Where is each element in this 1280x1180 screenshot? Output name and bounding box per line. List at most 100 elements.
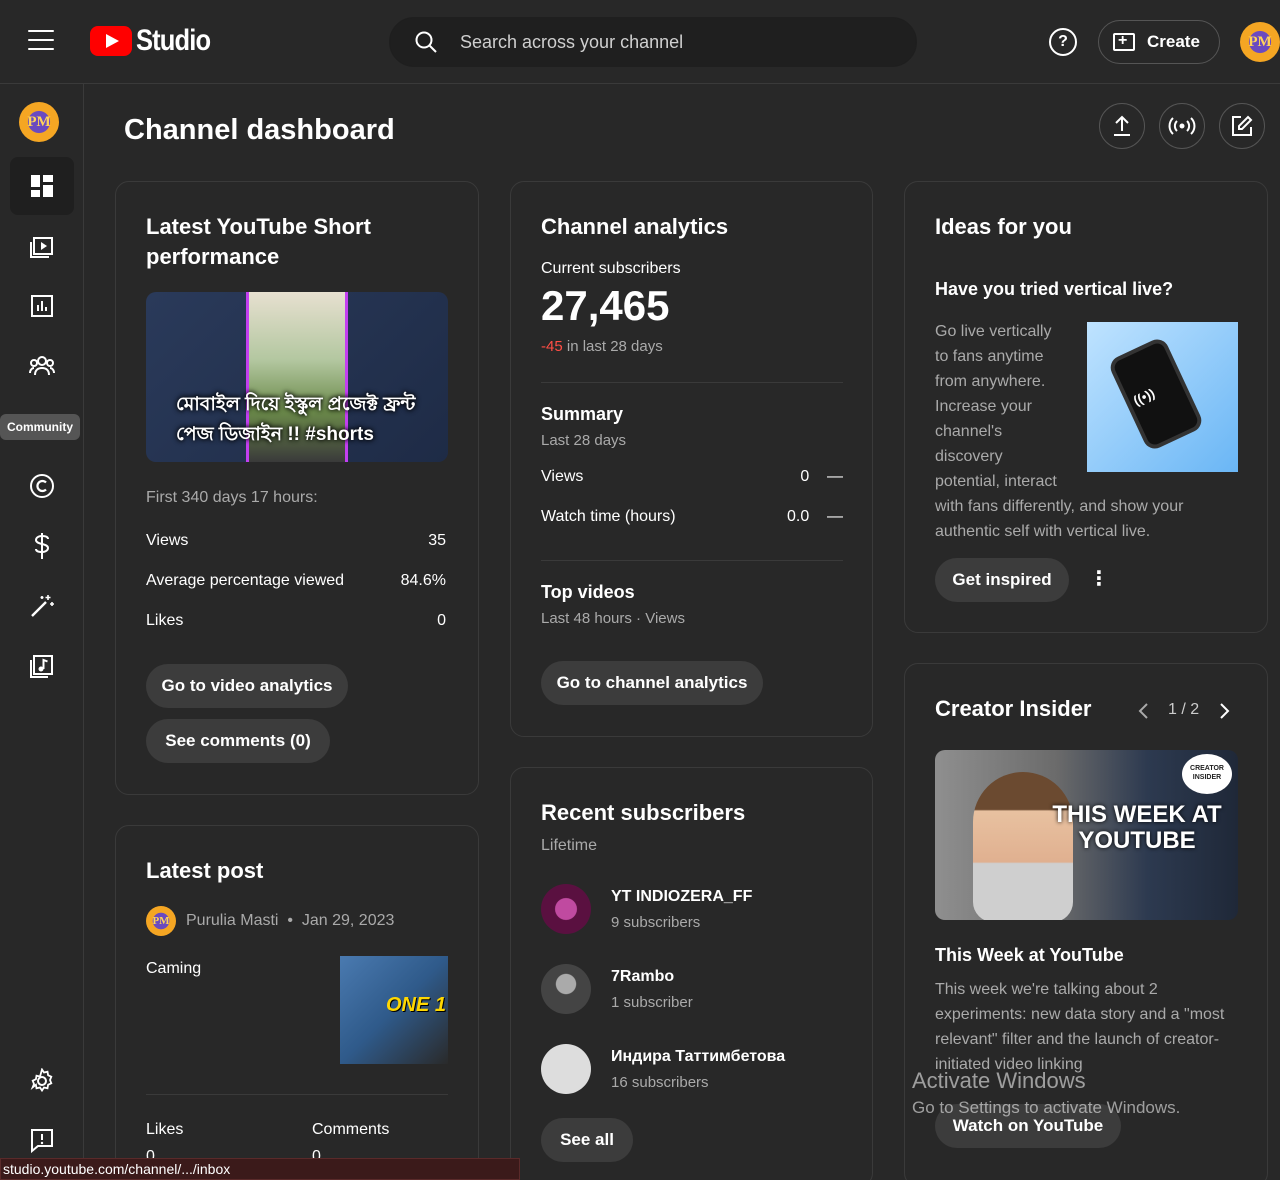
video-description: This week we're talking about 2 experime… xyxy=(935,977,1224,1077)
go-to-video-analytics-button[interactable]: Go to video analytics xyxy=(146,664,348,708)
magic-wand-icon xyxy=(31,595,54,617)
get-inspired-button[interactable]: Get inspired xyxy=(935,558,1069,602)
search-input[interactable] xyxy=(460,31,860,53)
dollar-icon xyxy=(34,533,50,559)
post-author: Purulia Masti xyxy=(186,912,279,929)
creator-insider-thumbnail[interactable]: THIS WEEK AT YOUTUBE CREATOR INSIDER xyxy=(935,750,1238,920)
subscriber-count: 9 subscribers xyxy=(611,914,701,931)
help-button[interactable]: ? xyxy=(1049,28,1077,56)
phone-live-icon xyxy=(1106,335,1206,453)
short-thumbnail-text: মোবাইল দিয়ে ইস্কুল প্রজেক্ট ফ্রন্ট পেজ … xyxy=(176,394,416,445)
activate-windows-watermark: Activate Windows Go to Settings to activ… xyxy=(912,1068,1180,1118)
top-bar: Studio ? Create PM xyxy=(0,0,1280,84)
gear-icon xyxy=(30,1068,53,1093)
card-title: Recent subscribers xyxy=(541,800,746,825)
see-all-button[interactable]: See all xyxy=(541,1118,633,1162)
sidebar-item-content[interactable] xyxy=(10,217,74,275)
more-options-icon[interactable]: ⋮ xyxy=(1089,566,1109,591)
card-title: Ideas for you xyxy=(935,214,1072,239)
create-video-icon xyxy=(1113,32,1135,51)
studio-logo[interactable]: Studio xyxy=(90,24,223,58)
summary-value: 0.0 xyxy=(786,508,810,525)
summary-value: 0 xyxy=(800,468,810,485)
stat-row: Average percentage viewed 84.6% xyxy=(146,572,446,590)
sidebar-item-customization[interactable] xyxy=(10,577,74,635)
sidebar-item-earn[interactable] xyxy=(10,517,74,575)
summary-trend: — xyxy=(827,468,843,485)
post-date: Jan 29, 2023 xyxy=(301,912,395,929)
subscriber-count: 16 subscribers xyxy=(611,1074,709,1091)
summary-row: Watch time (hours) 0.0 — xyxy=(541,508,843,526)
audio-library-icon xyxy=(30,655,53,678)
stat-label: Likes xyxy=(146,612,184,629)
sidebar-item-community[interactable] xyxy=(10,337,74,395)
likes-label: Likes xyxy=(146,1121,184,1138)
content-icon xyxy=(30,237,53,258)
short-thumbnail[interactable]: মোবাইল দিয়ে ইস্কুল প্রজেক্ট ফ্রন্ট পেজ … xyxy=(146,292,448,462)
chevron-right-icon[interactable] xyxy=(1219,702,1231,720)
copyright-icon xyxy=(30,474,54,498)
post-text: Caming xyxy=(146,960,202,977)
subscriber-avatar[interactable] xyxy=(541,884,591,934)
subs-delta-line: -45 in last 28 days xyxy=(541,338,663,355)
subscriber-avatar[interactable] xyxy=(541,1044,591,1094)
subscriber-name[interactable]: 7Rambo xyxy=(611,968,674,986)
subs-delta-suffix: in last 28 days xyxy=(562,338,663,355)
desc-line: relevant" filter and the launch of creat… xyxy=(935,1031,1220,1048)
go-live-icon xyxy=(1168,117,1196,135)
logo-text: Studio xyxy=(136,24,211,57)
feedback-icon xyxy=(31,1129,53,1154)
ideas-card: Ideas for you Have you tried vertical li… xyxy=(904,181,1268,633)
subscriber-name[interactable]: YT INDIOZERA_FF xyxy=(611,888,752,906)
sidebar: PM Community xyxy=(0,84,84,1180)
go-to-channel-analytics-button[interactable]: Go to channel analytics xyxy=(541,661,763,705)
upload-button[interactable] xyxy=(1099,103,1145,149)
community-tooltip: Community xyxy=(0,414,80,440)
comments-label: Comments xyxy=(312,1121,390,1138)
subscriber-name[interactable]: Индира Таттимбетова xyxy=(611,1048,785,1066)
menu-icon[interactable] xyxy=(28,30,54,52)
post-author-avatar: PM xyxy=(146,906,176,936)
activate-line2: Go to Settings to activate Windows. xyxy=(912,1098,1181,1117)
divider xyxy=(541,382,843,383)
chevron-left-icon[interactable] xyxy=(1137,702,1149,720)
sidebar-item-copyright[interactable] xyxy=(10,457,74,515)
analytics-icon xyxy=(31,295,53,317)
summary-row: Views 0 — xyxy=(541,468,843,486)
sidebar-item-audio-library[interactable] xyxy=(10,637,74,695)
search-icon xyxy=(415,31,437,53)
sidebar-item-analytics[interactable] xyxy=(10,277,74,335)
see-comments-button[interactable]: See comments (0) xyxy=(146,719,330,763)
idea-heading: Have you tried vertical live? xyxy=(935,279,1174,299)
recent-subscribers-card: Recent subscribers Lifetime YT INDIOZERA… xyxy=(510,767,873,1180)
channel-avatar[interactable]: PM xyxy=(19,102,59,142)
card-title: Channel analytics xyxy=(541,214,729,239)
sidebar-item-settings[interactable] xyxy=(10,1052,74,1110)
desc-line: This week we're talking about 2 xyxy=(935,981,1158,998)
latest-post-card: Latest post PM Purulia Masti • Jan 29, 2… xyxy=(115,825,479,1180)
community-icon xyxy=(29,356,55,376)
video-title[interactable]: This Week at YouTube xyxy=(935,945,1124,966)
card-title: Latest YouTube Short performance xyxy=(146,214,371,269)
dashboard-icon xyxy=(31,175,53,197)
search-bar[interactable] xyxy=(389,17,917,67)
subscriber-avatar[interactable] xyxy=(541,964,591,1014)
create-button[interactable]: Create xyxy=(1098,20,1220,64)
stat-row: Views 35 xyxy=(146,532,446,550)
post-thumbnail[interactable]: ONE 1 xyxy=(340,956,448,1064)
summary-label: Watch time (hours) xyxy=(541,508,676,525)
activate-line1: Activate Windows xyxy=(912,1068,1086,1093)
channel-analytics-card: Channel analytics Current subscribers 27… xyxy=(510,181,873,737)
sidebar-item-dashboard[interactable] xyxy=(10,157,74,215)
create-post-button[interactable] xyxy=(1219,103,1265,149)
link-status-bar: studio.youtube.com/channel/.../inbox xyxy=(0,1158,520,1180)
summary-value-group: 0.0 — xyxy=(787,508,843,526)
summary-label: Views xyxy=(541,468,584,485)
go-live-button[interactable] xyxy=(1159,103,1205,149)
pager-label: 1 / 2 xyxy=(1168,701,1200,718)
stat-value: 35 xyxy=(428,532,446,549)
idea-body-line: authentic self with vertical live. xyxy=(935,523,1151,540)
account-avatar[interactable]: PM xyxy=(1240,22,1280,62)
youtube-logo-icon xyxy=(90,26,132,56)
desc-line: experiments: new data story and a "most xyxy=(935,1006,1225,1023)
